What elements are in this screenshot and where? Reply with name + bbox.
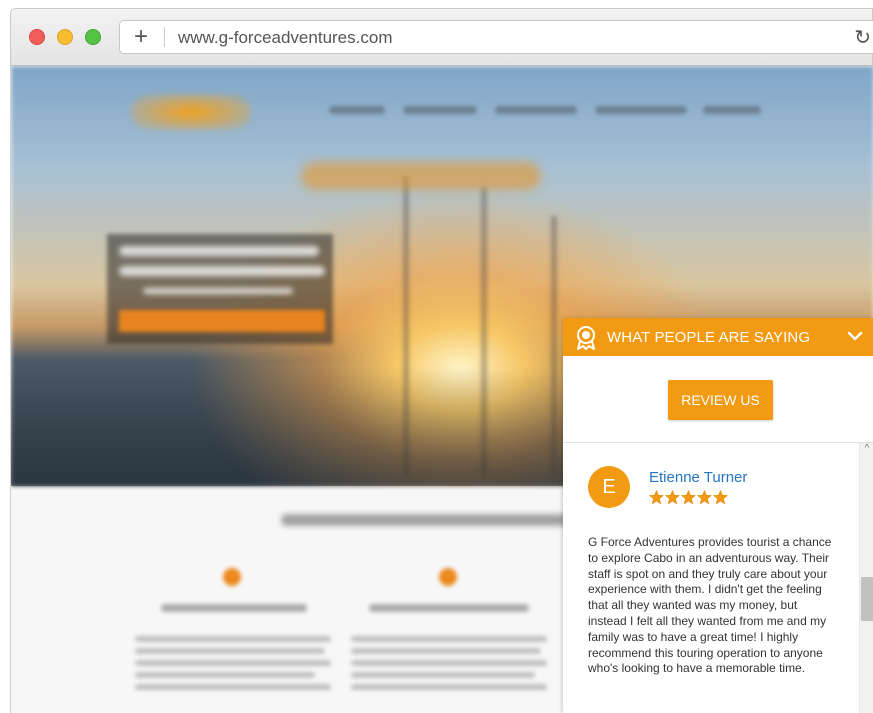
feature-title-blur [369, 604, 529, 612]
site-nav-blur [329, 106, 385, 114]
feature-text-blur [351, 648, 541, 654]
star-icon [649, 490, 664, 505]
site-nav-blur [703, 106, 761, 114]
feature-text-blur [135, 672, 315, 678]
reviews-widget-title: WHAT PEOPLE ARE SAYING [607, 329, 811, 346]
promo-text-blur [119, 246, 319, 256]
feature-text-blur [135, 684, 331, 690]
award-badge-icon [577, 326, 595, 350]
scrollbar-thumb[interactable] [861, 577, 873, 621]
fishing-rod-blur [551, 216, 557, 476]
feature-text-blur [351, 672, 535, 678]
maximize-window-button[interactable] [85, 29, 101, 45]
reviews-widget-header[interactable]: WHAT PEOPLE ARE SAYING [563, 318, 873, 356]
feature-text-blur [135, 636, 331, 642]
feature-text-blur [351, 684, 547, 690]
feature-text-blur [135, 648, 325, 654]
reviewer-name[interactable]: Etienne Turner [649, 469, 747, 486]
promo-text-blur [143, 288, 293, 294]
review-item: E Etienne Turner G Force Adventures prov… [563, 444, 857, 713]
address-bar[interactable]: + www.g-forceadventures.com ↻ [119, 20, 873, 54]
site-nav-blur [595, 106, 687, 114]
new-tab-icon[interactable]: + [134, 23, 148, 51]
scroll-up-arrow-icon[interactable]: ^ [862, 443, 872, 454]
avatar: E [588, 466, 630, 508]
browser-toolbar: + www.g-forceadventures.com ↻ [10, 8, 873, 66]
close-window-button[interactable] [29, 29, 45, 45]
hero-title-blur [301, 162, 541, 190]
feature-icon-blur [223, 568, 241, 586]
star-rating [649, 490, 728, 505]
feature-text-blur [351, 636, 547, 642]
review-text: G Force Adventures provides tourist a ch… [588, 535, 832, 676]
star-icon [697, 490, 712, 505]
address-bar-separator [164, 27, 165, 47]
star-icon [681, 490, 696, 505]
promo-text-blur [119, 266, 325, 276]
feature-text-blur [135, 660, 331, 666]
site-nav-blur [495, 106, 577, 114]
site-nav-blur [403, 106, 477, 114]
divider [563, 442, 873, 443]
feature-title-blur [161, 604, 307, 612]
star-icon [713, 490, 728, 505]
promo-button-blur [119, 310, 325, 332]
reviews-scrollbar[interactable]: ^ [859, 443, 873, 713]
reload-icon[interactable]: ↻ [854, 25, 871, 50]
star-icon [665, 490, 680, 505]
fishing-rod-blur [481, 186, 487, 476]
reviews-widget: WHAT PEOPLE ARE SAYING REVIEW US E Etien… [563, 318, 873, 713]
section-title-blur [281, 514, 581, 526]
review-us-button[interactable]: REVIEW US [668, 380, 773, 420]
chevron-down-icon[interactable] [847, 328, 863, 344]
fishing-rod-blur [403, 176, 409, 476]
url-text[interactable]: www.g-forceadventures.com [178, 28, 392, 48]
site-logo-blur [131, 94, 251, 130]
feature-icon-blur [439, 568, 457, 586]
minimize-window-button[interactable] [57, 29, 73, 45]
feature-text-blur [351, 660, 547, 666]
